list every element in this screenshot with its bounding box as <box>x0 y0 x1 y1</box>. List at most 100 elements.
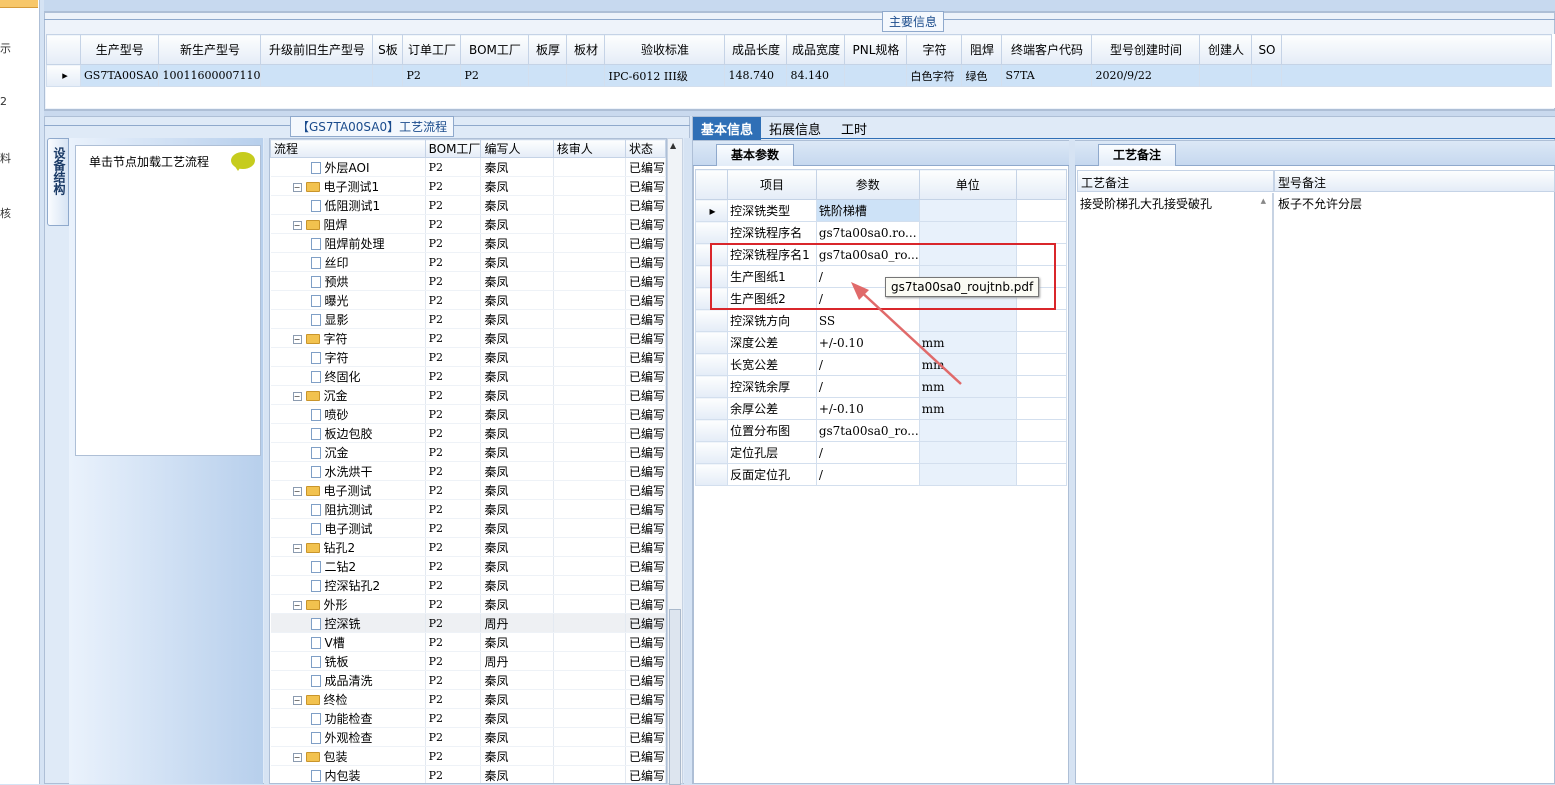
tree-bom[interactable]: P2 <box>425 689 482 709</box>
tree-author[interactable]: 秦凤 <box>480 556 554 576</box>
main-cell[interactable] <box>1199 64 1253 87</box>
tree-author[interactable]: 秦凤 <box>480 727 554 747</box>
tree-reviewer[interactable] <box>553 765 626 783</box>
tree-reviewer[interactable] <box>553 328 626 348</box>
main-cell[interactable] <box>260 64 374 87</box>
tree-bom[interactable]: P2 <box>425 233 482 253</box>
param-item[interactable]: 反面定位孔 <box>727 463 817 486</box>
model-remark-box[interactable]: 板子不允许分层 <box>1276 193 1555 783</box>
tree-bom[interactable]: P2 <box>425 727 482 747</box>
tree-reviewer[interactable] <box>553 651 626 671</box>
tree-reviewer[interactable] <box>553 613 626 633</box>
param-unit[interactable] <box>918 441 1017 464</box>
main-col-header[interactable]: 型号创建时间 <box>1091 34 1201 65</box>
tree-reviewer[interactable] <box>553 727 626 747</box>
tree-status[interactable]: 已编写 <box>625 499 666 519</box>
param-unit[interactable] <box>918 419 1017 442</box>
tree-status[interactable]: 已编写 <box>625 632 666 652</box>
tree-row[interactable]: 预烘 P2 秦凤 已编写 <box>270 271 666 291</box>
tree-author[interactable]: 秦凤 <box>480 385 554 405</box>
tree-reviewer[interactable] <box>553 195 626 215</box>
tree-reviewer[interactable] <box>553 347 626 367</box>
tree-reviewer[interactable] <box>553 233 626 253</box>
main-col-header[interactable]: 升级前旧生产型号 <box>260 34 374 65</box>
tree-row[interactable]: 字符 P2 秦凤 已编写 <box>270 347 666 367</box>
tree-row[interactable]: 外观检查 P2 秦凤 已编写 <box>270 727 666 747</box>
tree-row[interactable]: 二钻2 P2 秦凤 已编写 <box>270 556 666 576</box>
tree-status[interactable]: 已编写 <box>625 214 666 234</box>
tree-author[interactable]: 秦凤 <box>480 290 554 310</box>
tree-col-header[interactable]: 编写人 <box>480 139 554 158</box>
tree-reviewer[interactable] <box>553 157 626 177</box>
tree-status[interactable]: 已编写 <box>625 366 666 386</box>
tree-status[interactable]: 已编写 <box>625 461 666 481</box>
basic-params-title[interactable]: 基本参数 <box>716 144 794 166</box>
param-unit[interactable]: mm <box>918 397 1017 420</box>
param-item[interactable]: 长宽公差 <box>727 353 817 376</box>
tree-reviewer[interactable] <box>553 689 626 709</box>
tree-status[interactable]: 已编写 <box>625 746 666 766</box>
tree-reviewer[interactable] <box>553 537 626 557</box>
tree-row[interactable]: 阻抗测试 P2 秦凤 已编写 <box>270 499 666 519</box>
tree-col-header[interactable]: 状态 <box>624 139 666 158</box>
tree-author[interactable]: 秦凤 <box>480 233 554 253</box>
param-item[interactable]: 位置分布图 <box>727 419 817 442</box>
params-col-item[interactable]: 项目 <box>727 169 817 200</box>
tree-node[interactable]: 功能检查 <box>270 708 426 728</box>
tree-bom[interactable]: P2 <box>425 404 482 424</box>
tree-bom[interactable]: P2 <box>425 157 482 177</box>
tree-row[interactable]: 电子测试 P2 秦凤 已编写 <box>270 518 666 538</box>
tree-node[interactable]: 沉金 <box>270 442 426 462</box>
remarks-col-process[interactable]: 工艺备注 <box>1077 170 1274 192</box>
tree-author[interactable]: 秦凤 <box>480 575 554 595</box>
tree-node[interactable]: 喷砂 <box>270 404 426 424</box>
tree-author[interactable]: 秦凤 <box>480 271 554 291</box>
tree-node[interactable]: V槽 <box>270 632 426 652</box>
tree-reviewer[interactable] <box>553 499 626 519</box>
tree-row[interactable]: 内包装 P2 秦凤 已编写 <box>270 765 666 783</box>
tree-node[interactable]: − 钻孔2 <box>270 537 426 557</box>
tree-status[interactable]: 已编写 <box>625 556 666 576</box>
tree-bom[interactable]: P2 <box>425 632 482 652</box>
main-col-header[interactable]: 板厚 <box>528 34 568 65</box>
main-col-header[interactable]: 字符 <box>906 34 963 65</box>
tree-node[interactable]: 外层AOI <box>270 157 426 177</box>
main-cell[interactable]: S7TA <box>1001 64 1093 87</box>
remark-scroll-up-icon[interactable]: ▲ <box>1261 197 1266 205</box>
tree-reviewer[interactable] <box>553 480 626 500</box>
main-cell[interactable]: 10011600007110 <box>158 64 262 87</box>
tree-status[interactable]: 已编写 <box>625 423 666 443</box>
tree-node[interactable]: − 包装 <box>270 746 426 766</box>
tree-node[interactable]: − 电子测试1 <box>270 176 426 196</box>
main-cell[interactable] <box>1251 64 1283 87</box>
main-col-header[interactable]: S板 <box>372 34 404 65</box>
tree-status[interactable]: 已编写 <box>625 271 666 291</box>
tree-author[interactable]: 秦凤 <box>480 423 554 443</box>
nav-item-4[interactable]: 核 <box>0 205 11 221</box>
tree-node[interactable]: − 外形 <box>270 594 426 614</box>
tree-reviewer[interactable] <box>553 214 626 234</box>
tree-reviewer[interactable] <box>553 594 626 614</box>
tree-author[interactable]: 秦凤 <box>480 442 554 462</box>
tree-reviewer[interactable] <box>553 461 626 481</box>
main-col-header[interactable]: 订单工厂 <box>402 34 462 65</box>
main-cell[interactable] <box>372 64 404 87</box>
tree-row[interactable]: − 钻孔2 P2 秦凤 已编写 <box>270 537 666 557</box>
main-col-header[interactable]: 终端客户代码 <box>1001 34 1093 65</box>
tree-node[interactable]: 电子测试 <box>270 518 426 538</box>
tree-author[interactable]: 秦凤 <box>480 537 554 557</box>
tree-row[interactable]: 板边包胶 P2 秦凤 已编写 <box>270 423 666 443</box>
tree-reviewer[interactable] <box>553 670 626 690</box>
collapse-icon[interactable]: − <box>292 752 302 762</box>
collapse-icon[interactable]: − <box>292 334 302 344</box>
tree-author[interactable]: 秦凤 <box>480 708 554 728</box>
tree-author[interactable]: 秦凤 <box>480 176 554 196</box>
tree-author[interactable]: 秦凤 <box>480 670 554 690</box>
tree-reviewer[interactable] <box>553 575 626 595</box>
process-remark-box[interactable]: 接受阶梯孔大孔接受破孔 ▲ <box>1077 193 1274 783</box>
tree-bom[interactable]: P2 <box>425 537 482 557</box>
tree-author[interactable]: 秦凤 <box>480 157 554 177</box>
tree-row[interactable]: 喷砂 P2 秦凤 已编写 <box>270 404 666 424</box>
tree-reviewer[interactable] <box>553 708 626 728</box>
nav-item-3[interactable]: 料 <box>0 150 11 166</box>
